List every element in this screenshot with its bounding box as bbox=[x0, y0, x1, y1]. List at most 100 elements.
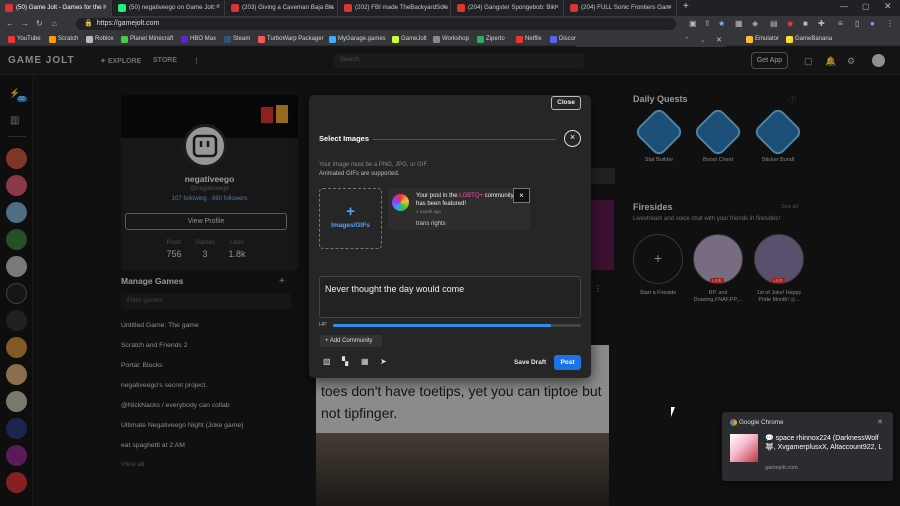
sticker-icon[interactable]: ▚ bbox=[342, 357, 348, 366]
post-text-value: Never thought the day would come bbox=[325, 284, 465, 294]
select-images-title: Select Images bbox=[319, 134, 370, 143]
scratch-icon bbox=[49, 36, 56, 43]
bookmark-steam[interactable]: Steam bbox=[224, 34, 250, 44]
gif-support-help: Animated GIFs are supported. bbox=[319, 171, 400, 177]
maximize-icon[interactable]: ▢ bbox=[862, 2, 870, 11]
back-icon[interactable]: ← bbox=[6, 18, 14, 30]
youtube-favicon-icon bbox=[570, 4, 578, 12]
extension-icon[interactable]: ▣ bbox=[689, 18, 697, 30]
menu-icon[interactable]: ⋮ bbox=[886, 18, 894, 30]
notification-image bbox=[730, 434, 758, 462]
discord-icon bbox=[550, 36, 557, 43]
tab-close-icon[interactable]: × bbox=[103, 0, 107, 16]
tab-label: (202) FBI made TheBackyardScie bbox=[355, 4, 449, 11]
schedule-calendar-icon[interactable]: ▦ bbox=[361, 357, 369, 366]
extensions-puzzle-icon[interactable]: ✚ bbox=[818, 18, 825, 30]
lock-icon: 🔒 bbox=[84, 20, 93, 27]
image-icon[interactable]: ▧ bbox=[323, 357, 331, 366]
bookmark-label: Planet Minecraft bbox=[130, 36, 174, 42]
mygarage-icon bbox=[329, 36, 336, 43]
post-button[interactable]: Post bbox=[554, 355, 581, 370]
publish-to-icon[interactable]: ➤ bbox=[380, 357, 387, 366]
tab-label: (204) Gangster Spongebob: Biki bbox=[468, 4, 557, 11]
extension-icon[interactable]: ▦ bbox=[735, 18, 743, 30]
youtube-favicon-icon bbox=[231, 4, 239, 12]
bookmark-hbo[interactable]: HBO Max bbox=[181, 34, 216, 44]
tab-close-icon[interactable]: × bbox=[442, 0, 446, 16]
community-name[interactable]: LGBTQ+ bbox=[459, 193, 483, 199]
tab-youtube-sonic[interactable]: (204) FULL Sonic Frontiers Gam × bbox=[565, 0, 677, 16]
bookmark-roblox[interactable]: Roblox bbox=[86, 34, 114, 44]
plus-icon: + bbox=[346, 203, 355, 220]
hp-label: HP bbox=[319, 322, 327, 328]
bookmark-star-icon[interactable]: ★ bbox=[718, 18, 725, 30]
bookmark-label: GameBanana bbox=[795, 36, 833, 42]
notification-close-icon[interactable]: ✕ bbox=[877, 418, 883, 426]
profile-avatar-icon[interactable]: ● bbox=[870, 18, 875, 30]
bookmark-scratch[interactable]: Scratch bbox=[49, 34, 78, 44]
notification-source: gamejolt.com bbox=[765, 465, 798, 471]
bookmark-emulator[interactable]: Emulator bbox=[746, 34, 779, 44]
bookmark-workshop[interactable]: Workshop bbox=[433, 34, 469, 44]
address-bar[interactable]: 🔒 https://gamejolt.com bbox=[76, 18, 676, 30]
reload-icon[interactable]: ↻ bbox=[36, 18, 43, 30]
notification-time: 1 month ago bbox=[416, 209, 442, 214]
dismiss-notification-icon[interactable]: × bbox=[513, 188, 530, 203]
bookmark-mygarage[interactable]: MyGarage.games bbox=[329, 34, 386, 44]
bookmark-label: Steam bbox=[233, 36, 251, 42]
window-close-icon[interactable]: ✕ bbox=[884, 1, 892, 12]
tab-youtube-caveman[interactable]: (203) Giving a Caveman Baja Bla × bbox=[226, 0, 338, 16]
new-tab-icon[interactable]: + bbox=[683, 1, 689, 12]
tab-close-icon[interactable]: × bbox=[668, 0, 672, 16]
youtube-icon bbox=[8, 36, 15, 43]
extension-icon[interactable]: ▤ bbox=[770, 18, 778, 30]
tab-youtube-spongebob[interactable]: (204) Gangster Spongebob: Biki × bbox=[452, 0, 564, 16]
bookmark-label: HBO Max bbox=[190, 36, 217, 42]
find-close-icon[interactable]: ✕ bbox=[716, 36, 722, 44]
extension-icon[interactable]: ◈ bbox=[752, 18, 758, 30]
bookmark-planet-minecraft[interactable]: Planet Minecraft bbox=[121, 34, 173, 44]
media-icon[interactable]: ≡ bbox=[838, 18, 843, 30]
tab-close-icon[interactable]: × bbox=[329, 0, 333, 16]
bookmark-gamebanana[interactable]: GameBanana bbox=[786, 34, 832, 44]
extension-icon[interactable]: ■ bbox=[803, 18, 808, 30]
bookmark-netflix[interactable]: Netflix bbox=[516, 34, 542, 44]
extension-icon[interactable]: ◆ bbox=[787, 18, 793, 30]
upload-images-button[interactable]: + Images/GIFs bbox=[319, 188, 382, 249]
tab-favicon-icon bbox=[118, 4, 126, 12]
close-icon[interactable]: × bbox=[564, 130, 581, 147]
netflix-icon bbox=[516, 36, 523, 43]
minimize-icon[interactable]: — bbox=[840, 2, 848, 11]
turbowarp-icon bbox=[258, 36, 265, 43]
emulator-icon bbox=[746, 36, 753, 43]
tab-negativeego[interactable]: (50) negativeego on Game Jolt: " × bbox=[113, 0, 225, 16]
post-text-input[interactable] bbox=[319, 276, 581, 318]
save-draft-button[interactable]: Save Draft bbox=[514, 359, 546, 366]
bookmark-label: TurboWarp Packager bbox=[267, 36, 324, 42]
tab-gamejolt[interactable]: (50) Game Jolt - Games for the l × bbox=[0, 0, 112, 16]
divider bbox=[373, 139, 556, 140]
sidebar-icon[interactable]: ▯ bbox=[855, 18, 859, 30]
add-community-button[interactable]: + Add Community bbox=[320, 335, 382, 347]
bookmark-gamejolt[interactable]: GameJolt bbox=[392, 34, 427, 44]
share-icon[interactable]: ⇪ bbox=[704, 18, 711, 30]
bookmark-label: Workshop bbox=[442, 36, 469, 42]
home-icon[interactable]: ⌂ bbox=[52, 18, 57, 30]
bookmark-discord[interactable]: Discon bbox=[550, 34, 577, 44]
forward-icon[interactable]: → bbox=[21, 18, 29, 30]
bookmark-turbowarp[interactable]: TurboWarp Packager bbox=[258, 34, 324, 44]
bookmark-ziperto[interactable]: Ziperto bbox=[477, 34, 505, 44]
browser-tab-bar: (50) Game Jolt - Games for the l × (50) n… bbox=[0, 0, 900, 16]
close-button[interactable]: Close bbox=[551, 96, 581, 110]
find-up-icon[interactable]: ⌃ bbox=[684, 36, 690, 44]
url-text: https://gamejolt.com bbox=[96, 20, 160, 27]
bookmark-label: MyGarage.games bbox=[338, 36, 386, 42]
tab-label: (50) Game Jolt - Games for the l bbox=[16, 4, 105, 11]
bookmark-label: Netflix bbox=[525, 36, 542, 42]
bookmark-youtube[interactable]: YouTube bbox=[8, 34, 41, 44]
find-down-icon[interactable]: ⌄ bbox=[700, 36, 706, 44]
tab-close-icon[interactable]: × bbox=[216, 0, 220, 16]
tab-youtube-fbi[interactable]: (202) FBI made TheBackyardScie × bbox=[339, 0, 451, 16]
tab-close-icon[interactable]: × bbox=[555, 0, 559, 16]
hp-bar-fill bbox=[333, 324, 552, 327]
